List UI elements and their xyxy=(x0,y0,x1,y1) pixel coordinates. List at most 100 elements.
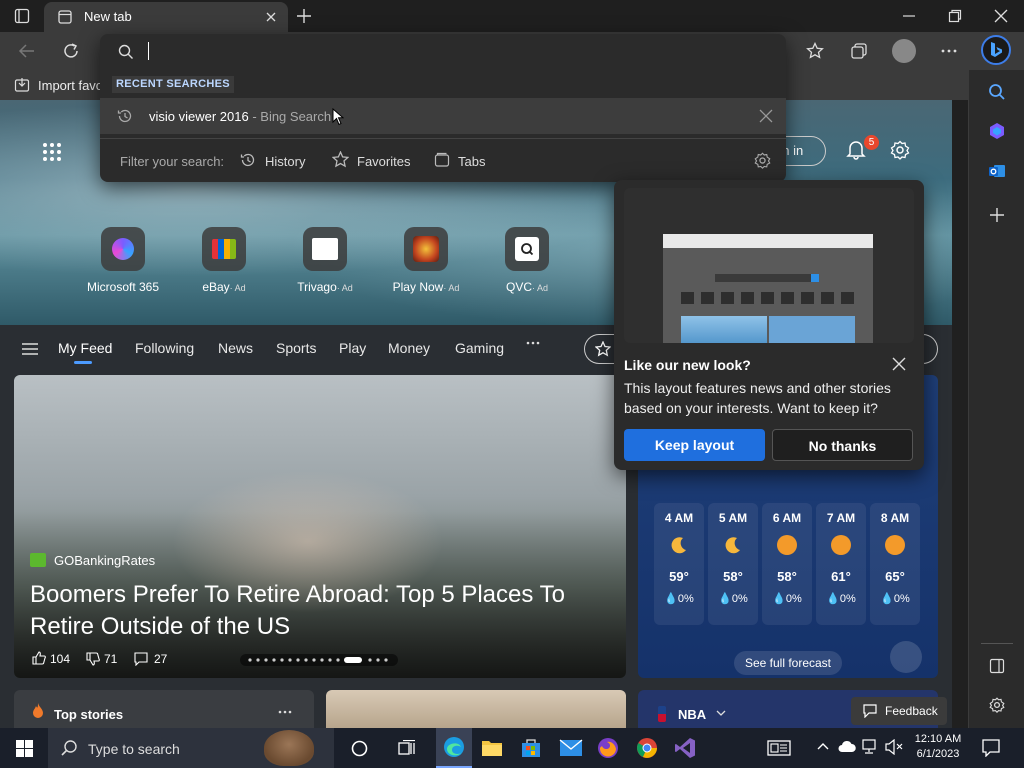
recent-search-text: visio viewer 2016 - Bing Search xyxy=(149,109,332,124)
source-logo-icon xyxy=(30,553,46,567)
menu-hamburger-icon[interactable] xyxy=(22,343,38,355)
quick-link-trivago[interactable]: Trivago· Ad xyxy=(275,227,375,294)
see-full-forecast-button[interactable]: See full forecast xyxy=(734,651,842,675)
quick-link-ebay[interactable]: eBay· Ad xyxy=(174,227,274,294)
feed-tab-play[interactable]: Play xyxy=(339,340,366,356)
no-thanks-button[interactable]: No thanks xyxy=(772,429,913,461)
feed-tab-my-feed[interactable]: My Feed xyxy=(58,340,112,356)
notifications-bell-icon[interactable] xyxy=(846,140,866,160)
search-icon xyxy=(60,739,78,757)
title-bar: New tab xyxy=(0,0,1024,32)
more-feed-tabs-icon[interactable] xyxy=(526,341,540,345)
recent-search-item[interactable]: visio viewer 2016 - Bing Search xyxy=(100,98,786,134)
visual-studio-icon[interactable] xyxy=(674,737,696,759)
more-options-icon[interactable] xyxy=(940,42,958,60)
edge-sidebar xyxy=(968,70,1024,728)
copilot-icon[interactable] xyxy=(988,122,1006,140)
close-tab-icon[interactable] xyxy=(265,11,277,23)
bing-chat-icon[interactable] xyxy=(981,35,1011,65)
ad-label: · Ad xyxy=(229,283,246,293)
outlook-icon[interactable] xyxy=(988,162,1006,180)
page-settings-icon[interactable] xyxy=(890,140,910,160)
new-tab-icon[interactable] xyxy=(296,8,312,24)
profile-avatar[interactable] xyxy=(892,39,916,63)
tabs-icon xyxy=(434,152,450,168)
add-sidebar-app-icon[interactable] xyxy=(989,207,1005,223)
tab-title: New tab xyxy=(84,9,132,24)
close-popup-icon[interactable] xyxy=(892,357,906,371)
moon-icon xyxy=(723,535,743,555)
file-explorer-icon[interactable] xyxy=(481,738,503,758)
sidebar-settings-icon[interactable] xyxy=(989,697,1005,713)
quick-link-label: Play Now xyxy=(392,280,444,294)
clock-date: 6/1/2023 xyxy=(916,748,960,760)
dislike-icon[interactable] xyxy=(86,652,100,666)
feed-tab-sports[interactable]: Sports xyxy=(276,340,316,356)
weather-hour-card: 8 AM 65° 💧0% xyxy=(870,503,920,625)
windows-taskbar: Type to search 12:10 AM 6/1/2023 xyxy=(0,728,1024,768)
add-favorite-icon[interactable] xyxy=(806,42,824,60)
sun-icon xyxy=(831,535,851,555)
feed-tab-news[interactable]: News xyxy=(218,340,253,356)
like-icon[interactable] xyxy=(32,651,46,665)
quick-link-label: eBay xyxy=(202,280,230,294)
tab-new-tab[interactable]: New tab xyxy=(44,2,288,32)
task-view-icon[interactable] xyxy=(398,740,416,757)
address-input[interactable] xyxy=(146,40,746,64)
quick-link-play-now[interactable]: Play Now· Ad xyxy=(376,227,476,294)
collections-icon[interactable] xyxy=(850,42,868,60)
import-favorites-link[interactable]: Import favo xyxy=(38,78,103,93)
quick-link-microsoft-365[interactable]: Microsoft 365 xyxy=(73,227,173,294)
quick-link-qvc[interactable]: QVC· Ad xyxy=(477,227,577,294)
mail-icon[interactable] xyxy=(559,739,583,757)
feed-tab-gaming[interactable]: Gaming xyxy=(455,340,504,356)
star-icon xyxy=(332,151,349,168)
feed-tab-following[interactable]: Following xyxy=(135,340,194,356)
close-window-icon[interactable] xyxy=(994,9,1008,23)
news-widget-icon[interactable] xyxy=(767,740,791,756)
tab-actions-icon[interactable] xyxy=(14,8,30,24)
quick-link-label: QVC xyxy=(505,280,532,294)
minimize-icon[interactable] xyxy=(902,9,916,23)
show-hidden-icons-chevron-icon[interactable] xyxy=(817,742,829,750)
main-story-card[interactable]: GOBankingRates Boomers Prefer To Retire … xyxy=(14,375,626,678)
carousel-pager[interactable] xyxy=(240,654,398,666)
onedrive-cloud-icon[interactable] xyxy=(838,740,856,754)
feedback-button[interactable]: Feedback xyxy=(851,697,947,725)
story-headline[interactable]: Boomers Prefer To Retire Abroad: Top 5 P… xyxy=(30,579,610,643)
qvc-icon xyxy=(505,227,549,271)
firefox-icon[interactable] xyxy=(597,737,619,759)
ad-label: · Ad xyxy=(336,283,353,293)
chevron-down-icon[interactable] xyxy=(716,710,726,716)
story-thumbnail-card[interactable] xyxy=(326,690,626,728)
comment-icon[interactable] xyxy=(134,652,148,666)
flame-icon xyxy=(32,703,44,719)
taskbar-search-box[interactable]: Type to search xyxy=(48,728,334,768)
taskbar-clock[interactable]: 12:10 AM 6/1/2023 xyxy=(912,733,964,760)
restore-icon[interactable] xyxy=(948,9,962,23)
top-stories-more-icon[interactable] xyxy=(278,710,292,714)
chrome-icon[interactable] xyxy=(636,737,658,759)
search-highlight-otter-icon[interactable] xyxy=(264,730,314,766)
remove-suggestion-icon[interactable] xyxy=(759,109,773,123)
refresh-icon[interactable] xyxy=(62,42,80,60)
taskbar-edge-button[interactable] xyxy=(436,728,472,768)
cortana-icon[interactable] xyxy=(351,740,368,757)
feed-tab-money[interactable]: Money xyxy=(388,340,430,356)
network-icon[interactable] xyxy=(862,739,880,755)
preview-card-image xyxy=(681,316,767,343)
search-icon[interactable] xyxy=(988,83,1006,101)
ad-label: · Ad xyxy=(443,283,460,293)
action-center-icon[interactable] xyxy=(982,739,1000,757)
back-icon[interactable] xyxy=(18,42,36,60)
hide-sidebar-icon[interactable] xyxy=(989,658,1005,674)
keep-layout-button[interactable]: Keep layout xyxy=(624,429,765,461)
search-settings-icon[interactable] xyxy=(754,152,771,169)
sidebar-divider xyxy=(981,643,1013,644)
volume-muted-icon[interactable] xyxy=(885,739,903,755)
windows-start-icon[interactable] xyxy=(16,740,33,757)
weather-assistant-icon[interactable] xyxy=(890,641,922,673)
top-stories-card[interactable]: Top stories xyxy=(14,690,314,728)
apps-grid-icon[interactable] xyxy=(42,142,62,162)
microsoft-store-icon[interactable] xyxy=(520,737,542,759)
